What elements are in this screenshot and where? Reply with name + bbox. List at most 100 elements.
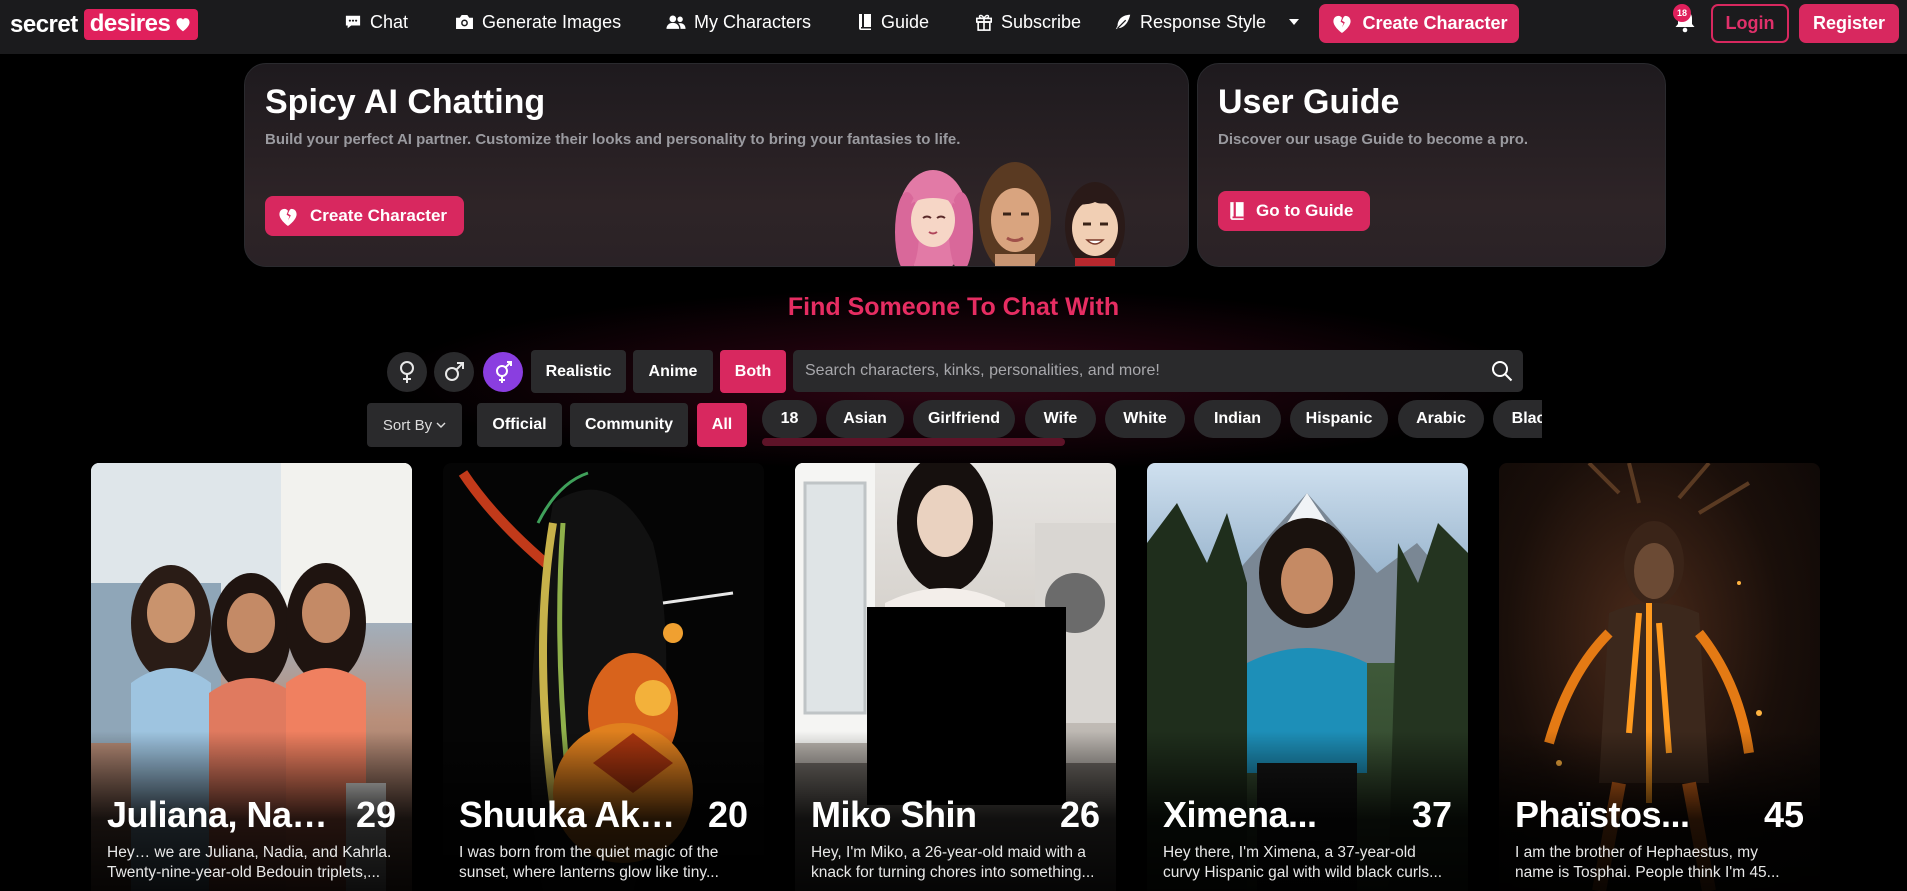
top-navbar: secret desires Chat Generate Images My C…	[0, 0, 1907, 54]
register-button[interactable]: Register	[1799, 4, 1899, 43]
go-to-guide-button[interactable]: Go to Guide	[1218, 191, 1371, 231]
tag-chip[interactable]: Asian	[826, 400, 904, 438]
tag-chip[interactable]: White	[1105, 400, 1185, 438]
heart-icon	[176, 18, 190, 32]
hero-character-portraits	[895, 162, 1125, 266]
hero-title: Spicy AI Chatting	[265, 83, 546, 121]
tag-chip[interactable]: 18	[762, 400, 817, 438]
character-age: 20	[707, 794, 748, 835]
source-all-button[interactable]: All	[697, 403, 747, 447]
description-line: I am the brother of Hephaestus, my	[1515, 844, 1758, 861]
character-description: I am the brother of Hephaestus, my name …	[1515, 843, 1805, 883]
nav-create-character-label: Create Character	[1362, 13, 1508, 33]
character-search-bar	[793, 350, 1523, 392]
female-symbol-icon	[400, 361, 414, 383]
filter-all-genders-button[interactable]	[483, 352, 523, 392]
tag-chip[interactable]: Girlfriend	[913, 400, 1015, 438]
chat-bubble-icon	[345, 15, 361, 29]
character-age: 29	[355, 794, 396, 835]
login-button[interactable]: Login	[1711, 4, 1789, 43]
broken-heart-icon	[1333, 15, 1352, 34]
hero-user-guide: User Guide Discover our usage Guide to b…	[1197, 63, 1666, 267]
search-icon[interactable]	[1491, 360, 1513, 382]
tag-chip[interactable]: Wife	[1025, 400, 1096, 438]
character-search-input[interactable]	[805, 362, 1465, 380]
nav-create-character-button[interactable]: Create Character	[1319, 4, 1519, 43]
description-line: knack for turning chores into something.…	[811, 864, 1095, 881]
hero-create-character-button[interactable]: Create Character	[265, 196, 465, 236]
character-card[interactable]: Phaïstos... 45 I am the brother of Hepha…	[1499, 463, 1820, 891]
sort-by-dropdown[interactable]: Sort By	[367, 403, 462, 447]
nav-subscribe[interactable]: Subscribe	[975, 10, 1081, 34]
filter-male-button[interactable]	[434, 352, 474, 392]
description-line: Hey there, I'm Ximena, a 37-year-old	[1163, 844, 1416, 861]
nav-chat[interactable]: Chat	[344, 10, 408, 34]
nav-response-style[interactable]: Response Style	[1114, 10, 1300, 34]
nav-response-style-label: Response Style	[1140, 11, 1267, 32]
logo-badge: desires	[83, 9, 199, 40]
nav-my-characters[interactable]: My Characters	[666, 10, 811, 34]
hero-subtitle: Build your perfect AI partner. Customize…	[265, 131, 961, 148]
users-icon	[666, 15, 686, 29]
go-to-guide-label: Go to Guide	[1256, 201, 1354, 220]
nav-guide-label: Guide	[881, 11, 930, 32]
nav-subscribe-label: Subscribe	[1001, 11, 1082, 32]
character-description: Hey, I'm Miko, a 26-year-old maid with a…	[811, 843, 1101, 883]
hero-guide-title: User Guide	[1218, 83, 1400, 121]
character-card[interactable]: Miko Shin 26 Hey, I'm Miko, a 26-year-ol…	[795, 463, 1116, 891]
source-community-button[interactable]: Community	[570, 403, 688, 447]
character-name: Ximena...	[1163, 794, 1317, 835]
description-line: name is Tosphai. People think I'm 45...	[1515, 864, 1780, 881]
character-description: Hey there, I'm Ximena, a 37-year-old cur…	[1163, 843, 1453, 883]
chevron-down-icon	[436, 422, 446, 428]
notification-badge: 18	[1673, 4, 1691, 22]
character-card[interactable]: Juliana, Nadi... 29 Hey… we are Juliana,…	[91, 463, 412, 891]
logo-text-secret: secret	[10, 10, 78, 38]
description-line: curvy Hispanic gal with wild black curls…	[1163, 864, 1443, 881]
character-description: Hey… we are Juliana, Nadia, and Kahrla. …	[107, 843, 397, 883]
tag-chip[interactable]: Hispanic	[1290, 400, 1388, 438]
nav-guide[interactable]: Guide	[858, 10, 929, 34]
nav-generate-images-label: Generate Images	[482, 11, 622, 32]
logo-text-desires: desires	[89, 10, 171, 37]
description-line: Hey, I'm Miko, a 26-year-old maid with a	[811, 844, 1086, 861]
character-name: Phaïstos...	[1515, 794, 1690, 835]
tag-scrollbar[interactable]	[762, 438, 1065, 446]
nav-generate-images[interactable]: Generate Images	[455, 10, 621, 34]
tag-chip[interactable]: Indian	[1194, 400, 1281, 438]
character-name: Miko Shin	[811, 794, 977, 835]
male-symbol-icon	[445, 362, 464, 381]
character-card[interactable]: Ximena... 37 Hey there, I'm Ximena, a 37…	[1147, 463, 1468, 891]
description-line: sunset, where lanterns glow like tiny...	[459, 864, 719, 881]
gift-icon	[975, 14, 993, 31]
filter-female-button[interactable]	[387, 352, 427, 392]
book-icon	[1230, 202, 1244, 220]
tag-chip[interactable]: Black	[1493, 400, 1542, 438]
book-icon	[859, 14, 871, 30]
character-age: 45	[1763, 794, 1804, 835]
hero-guide-subtitle: Discover our usage Guide to become a pro…	[1218, 131, 1529, 148]
nav-my-characters-label: My Characters	[694, 11, 812, 32]
tag-chip[interactable]: Arabic	[1398, 400, 1484, 438]
transgender-symbol-icon	[496, 361, 512, 383]
sort-by-label: Sort By	[382, 416, 433, 434]
feather-icon	[1115, 14, 1131, 30]
source-official-button[interactable]: Official	[477, 403, 562, 447]
description-line: I was born from the quiet magic of the	[459, 844, 719, 861]
nav-chat-label: Chat	[370, 11, 409, 32]
description-line: Hey… we are Juliana, Nadia, and Kahrla.	[107, 844, 392, 861]
character-name: Shuuka Akika	[459, 794, 684, 835]
character-age: 37	[1411, 794, 1452, 835]
style-both-button[interactable]: Both	[720, 350, 786, 393]
character-card[interactable]: Shuuka Akika 20 I was born from the quie…	[443, 463, 764, 891]
style-anime-button[interactable]: Anime	[633, 350, 713, 393]
camera-icon	[456, 14, 473, 30]
style-realistic-button[interactable]: Realistic	[531, 350, 626, 393]
site-logo[interactable]: secret desires	[10, 9, 199, 40]
hero-spicy-ai-chatting: Spicy AI Chatting Build your perfect AI …	[244, 63, 1189, 267]
find-section-title: Find Someone To Chat With	[787, 293, 1120, 321]
character-description: I was born from the quiet magic of the s…	[459, 843, 749, 883]
description-line: Twenty-nine-year-old Bedouin triplets,..…	[107, 864, 381, 881]
caret-down-icon	[1289, 19, 1300, 25]
character-age: 26	[1059, 794, 1100, 835]
